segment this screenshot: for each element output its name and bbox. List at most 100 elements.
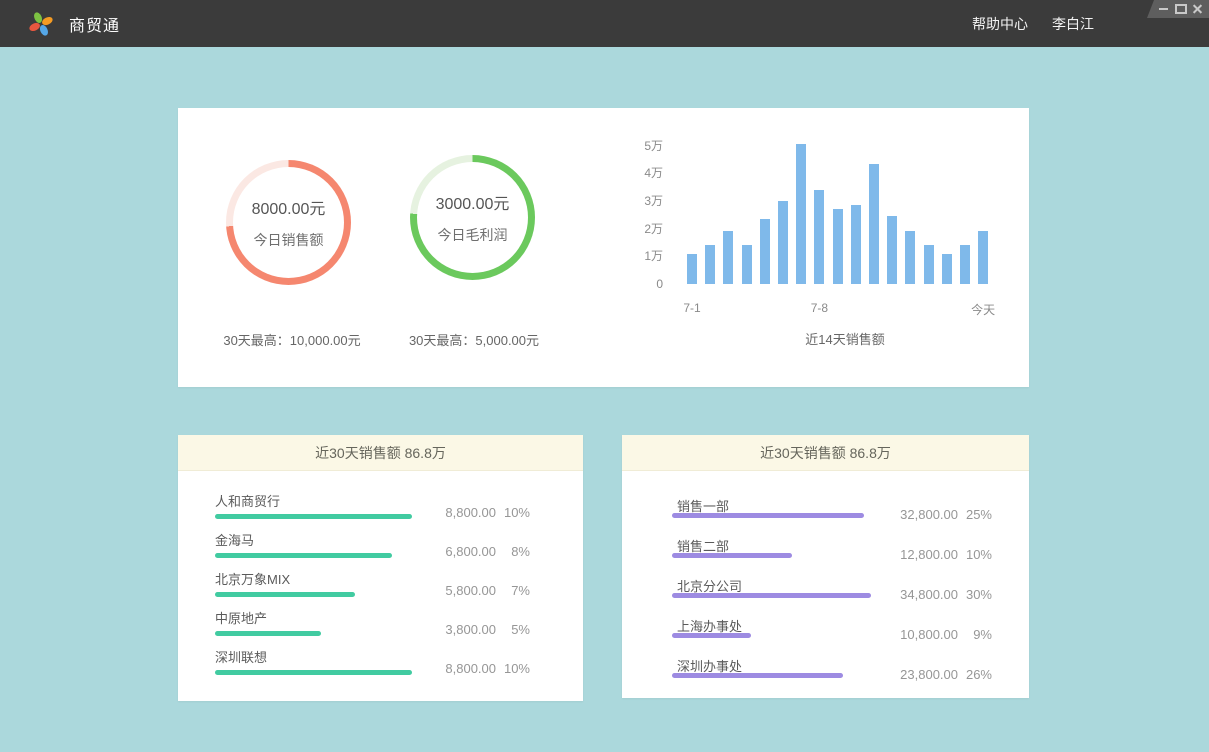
item-name: 深圳联想 xyxy=(215,647,267,666)
app-window: 商贸通 帮助中心 李白江 8000.00元 今日销售额 3000.00元 今日毛… xyxy=(0,0,1209,752)
item-bar xyxy=(215,592,355,597)
sales-bar xyxy=(851,205,861,284)
item-percent: 10% xyxy=(496,661,530,676)
item-percent: 7% xyxy=(496,583,530,598)
item-percent: 26% xyxy=(958,667,992,682)
item-amount: 6,800.00 xyxy=(445,544,496,559)
sales-bar xyxy=(887,216,897,284)
help-center-link[interactable]: 帮助中心 xyxy=(972,14,1028,34)
item-value: 5,800.007% xyxy=(445,583,530,598)
sales-bar xyxy=(833,209,843,284)
pinwheel-logo-icon xyxy=(28,11,54,37)
item-bar xyxy=(672,593,871,598)
sales-bar xyxy=(796,144,806,284)
item-percent: 25% xyxy=(958,507,992,522)
x-axis-tick: 7-1 xyxy=(662,301,722,315)
item-name: 金海马 xyxy=(215,530,254,549)
item-amount: 10,800.00 xyxy=(900,627,958,642)
sales-bar xyxy=(978,231,988,284)
list-item: 深圳联想 8,800.0010% xyxy=(178,647,583,686)
overview-card: 8000.00元 今日销售额 3000.00元 今日毛利润 30天最高：10,0… xyxy=(178,108,1029,387)
list-item: 深圳办事处23,800.0026% xyxy=(622,656,1029,695)
close-icon xyxy=(1193,5,1202,14)
y-axis-tick: 1万 xyxy=(623,249,663,263)
item-bar xyxy=(672,553,792,558)
item-name: 人和商贸行 xyxy=(215,491,280,510)
y-axis-tick: 2万 xyxy=(623,222,663,236)
item-bar xyxy=(215,670,412,675)
y-axis-tick: 3万 xyxy=(623,194,663,208)
window-controls xyxy=(1147,0,1209,18)
sales-bar xyxy=(942,254,952,284)
item-name: 中原地产 xyxy=(215,608,267,627)
maximize-button[interactable] xyxy=(1175,3,1187,15)
item-percent: 9% xyxy=(958,627,992,642)
item-value: 8,800.0010% xyxy=(445,505,530,520)
department-sales-ranking-card: 近30天销售额 86.8万 销售一部32,800.0025%销售二部12,800… xyxy=(622,435,1029,698)
item-name: 北京万象MIX xyxy=(215,569,290,588)
item-bar xyxy=(672,673,843,678)
customer-ranking-list: 人和商贸行8,800.0010%金海马6,800.008%北京万象MIX5,80… xyxy=(178,435,583,701)
item-value: 23,800.0026% xyxy=(900,667,992,682)
list-item: 中原地产 3,800.005% xyxy=(178,608,583,647)
titlebar: 商贸通 帮助中心 李白江 xyxy=(0,0,1209,47)
item-percent: 8% xyxy=(496,544,530,559)
top-nav: 帮助中心 李白江 xyxy=(972,0,1094,47)
user-name[interactable]: 李白江 xyxy=(1052,14,1094,34)
brand: 商贸通 xyxy=(28,0,120,47)
y-axis-tick: 0 xyxy=(623,277,663,291)
list-item: 金海马 6,800.008% xyxy=(178,530,583,569)
sales-bar xyxy=(814,190,824,284)
y-axis-tick: 5万 xyxy=(623,139,663,153)
x-axis-tick: 今天 xyxy=(953,301,1013,318)
minimize-button[interactable] xyxy=(1157,3,1169,15)
item-bar xyxy=(215,553,392,558)
app-title: 商贸通 xyxy=(69,12,120,36)
minimize-icon xyxy=(1159,8,1168,10)
item-value: 32,800.0025% xyxy=(900,507,992,522)
sales-bar xyxy=(723,231,733,284)
list-item: 销售一部32,800.0025% xyxy=(622,496,1029,535)
item-amount: 12,800.00 xyxy=(900,547,958,562)
item-percent: 30% xyxy=(958,587,992,602)
sales-bar xyxy=(687,254,697,284)
item-bar xyxy=(672,513,864,518)
sales-bar xyxy=(905,231,915,284)
list-item: 北京分公司34,800.0030% xyxy=(622,576,1029,615)
item-value: 34,800.0030% xyxy=(900,587,992,602)
item-amount: 8,800.00 xyxy=(445,505,496,520)
close-button[interactable] xyxy=(1192,3,1204,15)
sales-bar xyxy=(760,219,770,284)
sales-bar xyxy=(960,245,970,284)
sales-bar xyxy=(705,245,715,284)
item-bar xyxy=(215,514,412,519)
list-item: 销售二部12,800.0010% xyxy=(622,536,1029,575)
item-value: 8,800.0010% xyxy=(445,661,530,676)
item-percent: 5% xyxy=(496,622,530,637)
sales-bar xyxy=(778,201,788,284)
item-amount: 3,800.00 xyxy=(445,622,496,637)
y-axis-tick: 4万 xyxy=(623,166,663,180)
item-value: 3,800.005% xyxy=(445,622,530,637)
list-item: 上海办事处10,800.009% xyxy=(622,616,1029,655)
item-value: 12,800.0010% xyxy=(900,547,992,562)
sales-bar xyxy=(924,245,934,284)
item-amount: 8,800.00 xyxy=(445,661,496,676)
list-item: 人和商贸行 8,800.0010% xyxy=(178,491,583,530)
item-percent: 10% xyxy=(958,547,992,562)
item-amount: 5,800.00 xyxy=(445,583,496,598)
x-axis-tick: 7-8 xyxy=(789,301,849,315)
item-bar xyxy=(215,631,321,636)
item-percent: 10% xyxy=(496,505,530,520)
item-value: 6,800.008% xyxy=(445,544,530,559)
item-bar xyxy=(672,633,751,638)
maximize-icon xyxy=(1175,4,1187,14)
item-amount: 32,800.00 xyxy=(900,507,958,522)
sales-bar xyxy=(869,164,879,284)
item-value: 10,800.009% xyxy=(900,627,992,642)
recent-14d-sales-chart-title: 近14天销售额 xyxy=(745,329,945,348)
sales-bar xyxy=(742,245,752,284)
department-ranking-list: 销售一部32,800.0025%销售二部12,800.0010%北京分公司34,… xyxy=(622,435,1029,698)
list-item: 北京万象MIX 5,800.007% xyxy=(178,569,583,608)
item-amount: 34,800.00 xyxy=(900,587,958,602)
